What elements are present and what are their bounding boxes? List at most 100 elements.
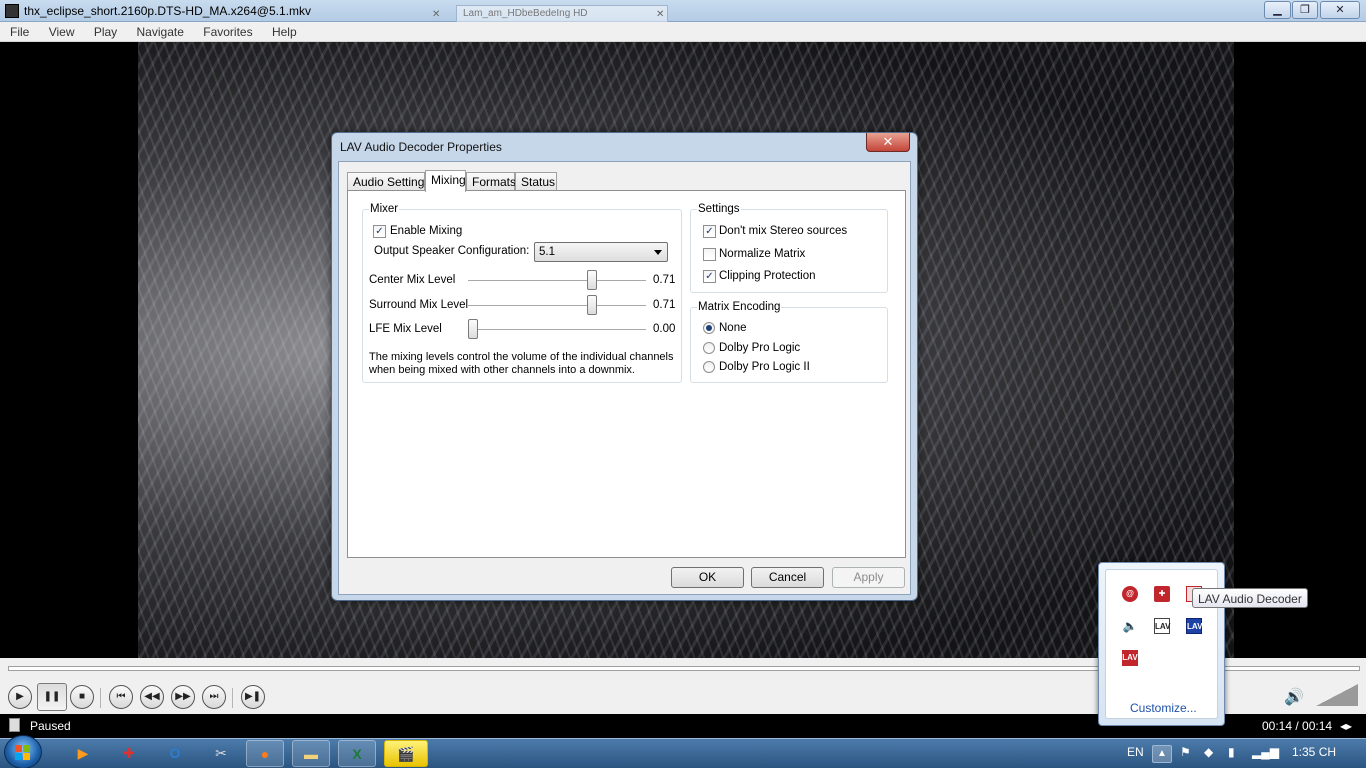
lav-audio-decoder-icon[interactable]: LAV <box>1186 618 1202 634</box>
adobe-reader-icon[interactable]: @ <box>1122 586 1138 602</box>
network-signal-icon[interactable]: ▂▄▆ <box>1252 745 1279 759</box>
surround-mix-slider-thumb[interactable] <box>587 295 598 315</box>
tab-formats[interactable]: Formats <box>466 172 516 191</box>
chevron-up-icon: ▲ <box>1157 748 1167 759</box>
matrix-encoding-group-label: Matrix Encoding <box>697 301 782 313</box>
matrix-dolby-pro-logic-label: Dolby Pro Logic <box>719 342 801 354</box>
taskbar-media-player[interactable]: ▶ <box>64 740 102 767</box>
media-player-icon: ▶ <box>77 745 89 761</box>
pause-icon: ❚❚ <box>43 691 61 702</box>
customize-link[interactable]: Customize... <box>1130 701 1197 715</box>
separator <box>232 688 233 708</box>
show-hidden-icons-button[interactable]: ▲ <box>1152 745 1172 763</box>
minimize-icon: ▁ <box>1273 4 1282 16</box>
audio-channels-icon: ◂▸ <box>1340 719 1353 733</box>
volume-icon[interactable]: 🔊 <box>1284 687 1304 707</box>
folder-icon: ▬ <box>304 746 318 762</box>
taskbar: ▶ ✚ O ✂ ● ▬ X 🎬 EN ▲ ⚑ ◆ ▮ ▂▄▆ 1:35 CH <box>0 735 1366 768</box>
separator <box>100 688 101 708</box>
taskbar-excel[interactable]: X <box>338 740 376 767</box>
tab-audio-settings[interactable]: Audio Settings <box>347 172 430 191</box>
menu-play[interactable]: Play <box>84 22 123 39</box>
minimize-button[interactable]: ▁ <box>1264 1 1291 19</box>
taskbar-explorer[interactable]: ▬ <box>292 740 330 767</box>
lfe-mix-slider-thumb[interactable] <box>468 319 478 339</box>
lav-splitter-icon[interactable]: LAV <box>1154 618 1170 634</box>
language-indicator[interactable]: EN <box>1127 745 1144 759</box>
stop-button[interactable]: ■ <box>70 685 94 709</box>
chevron-down-icon <box>654 250 662 255</box>
enable-mixing-label: Enable Mixing <box>390 225 463 237</box>
background-window-title: Lam_am_HDbeBedeIng HD <box>463 8 588 19</box>
firefox-icon: ● <box>260 746 270 762</box>
taskbar-mpc-player[interactable]: 🎬 <box>384 740 428 767</box>
menu-view[interactable]: View <box>39 22 81 39</box>
background-close-icon[interactable]: ✕ <box>432 10 442 20</box>
background-window-tab[interactable]: Lam_am_HDbeBedeIng HD <box>456 5 668 22</box>
rewind-button[interactable]: ◀◀ <box>140 685 164 709</box>
dropbox-icon[interactable]: ◆ <box>1204 745 1213 759</box>
apply-button[interactable]: Apply <box>832 567 905 588</box>
surround-mix-value: 0.71 <box>653 299 676 311</box>
surround-mix-track[interactable] <box>468 305 646 307</box>
menu-help[interactable]: Help <box>262 22 303 39</box>
center-mix-track[interactable] <box>468 280 646 282</box>
menu-navigate[interactable]: Navigate <box>127 22 190 39</box>
battery-icon[interactable]: ▮ <box>1228 745 1235 759</box>
security-app-icon[interactable]: ✚ <box>1154 586 1170 602</box>
maximize-button[interactable]: ❐ <box>1292 1 1318 19</box>
start-button[interactable] <box>4 735 42 768</box>
dialog-close-button[interactable]: ✕ <box>866 133 910 152</box>
taskbar-security-app[interactable]: ✚ <box>110 740 148 767</box>
speaker-muted-icon[interactable]: 🔈 <box>1122 618 1138 634</box>
clipping-protection-checkbox[interactable]: ✓ <box>703 270 716 283</box>
play-button[interactable]: ▶ <box>8 685 32 709</box>
center-mix-value: 0.71 <box>653 274 676 286</box>
close-icon: ✕ <box>1335 4 1345 16</box>
dont-mix-stereo-label: Don't mix Stereo sources <box>719 225 848 237</box>
taskbar-firefox[interactable]: ● <box>246 740 284 767</box>
play-icon: ▶ <box>16 691 24 702</box>
cancel-button[interactable]: Cancel <box>751 567 824 588</box>
fast-forward-button[interactable]: ▶▶ <box>171 685 195 709</box>
menu-file[interactable]: File <box>0 22 35 39</box>
action-center-icon[interactable]: ⚑ <box>1180 745 1191 759</box>
close-button[interactable]: ✕ <box>1320 1 1360 19</box>
normalize-matrix-checkbox[interactable] <box>703 248 716 261</box>
clock[interactable]: 1:35 CH <box>1292 745 1336 759</box>
tab-mixing[interactable]: Mixing <box>425 170 466 192</box>
frame-step-button[interactable]: ▶❚ <box>241 685 265 709</box>
matrix-dolby-pro-logic-ii-radio[interactable] <box>703 361 715 373</box>
previous-button[interactable]: ⏮ <box>109 685 133 709</box>
next-button[interactable]: ⏭ <box>202 685 226 709</box>
ok-button[interactable]: OK <box>671 567 744 588</box>
excel-icon: X <box>352 746 362 762</box>
clapperboard-icon: 🎬 <box>397 746 415 762</box>
time-display: 00:14 / 00:14 <box>1262 719 1333 733</box>
matrix-none-radio[interactable] <box>703 322 715 334</box>
taskbar-outlook[interactable]: O <box>156 740 194 767</box>
tooltip: LAV Audio Decoder <box>1192 588 1308 608</box>
windows-logo-icon <box>15 745 31 761</box>
lfe-mix-value: 0.00 <box>653 323 676 335</box>
background-tab-close-icon[interactable]: ✕ <box>656 10 666 20</box>
speaker-config-select[interactable]: 5.1 <box>534 242 668 262</box>
center-mix-slider-thumb[interactable] <box>587 270 598 290</box>
close-icon: ✕ <box>882 134 894 149</box>
matrix-dolby-pro-logic-radio[interactable] <box>703 342 715 354</box>
window-titlebar: thx_eclipse_short.2160p.DTS-HD_MA.x264@5… <box>0 0 1366 22</box>
restore-icon: ❐ <box>1300 4 1310 16</box>
speaker-config-value: 5.1 <box>539 246 555 258</box>
taskbar-tool-app[interactable]: ✂ <box>202 740 240 767</box>
volume-slider[interactable] <box>1316 684 1358 706</box>
lav-text: LAV <box>1187 622 1203 631</box>
dont-mix-stereo-checkbox[interactable]: ✓ <box>703 225 716 238</box>
enable-mixing-checkbox[interactable]: ✓ <box>373 225 386 238</box>
tab-status[interactable]: Status <box>515 172 557 191</box>
mixing-levels-note: The mixing levels control the volume of … <box>369 351 674 376</box>
lav-video-decoder-icon[interactable]: LAV <box>1122 650 1138 666</box>
settings-group-label: Settings <box>697 203 741 215</box>
pause-button[interactable]: ❚❚ <box>37 683 67 711</box>
menu-favorites[interactable]: Favorites <box>193 22 258 39</box>
lfe-mix-track[interactable] <box>468 329 646 331</box>
